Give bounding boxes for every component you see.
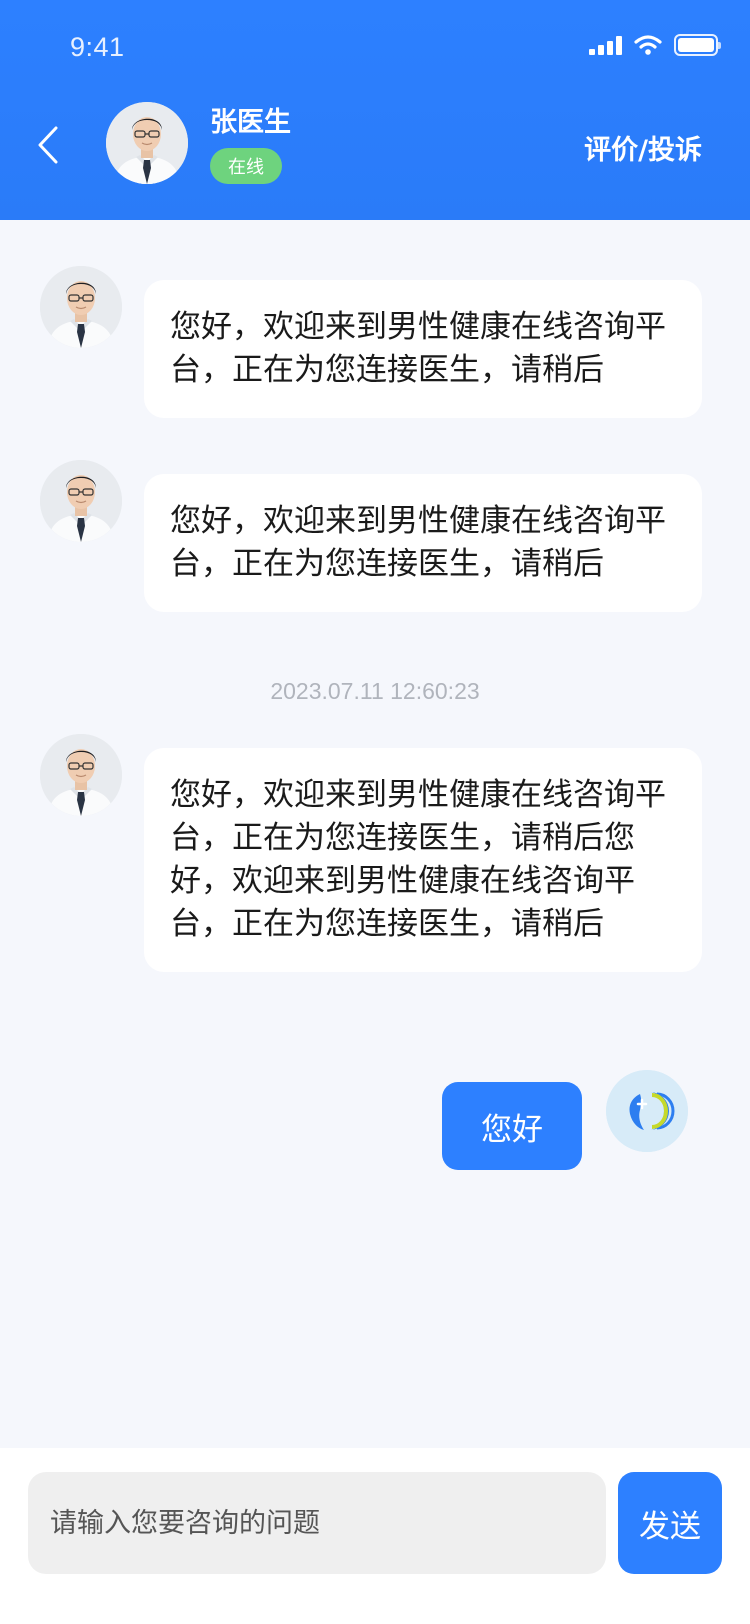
health-logo-icon (606, 1070, 688, 1152)
cellular-signal-icon (589, 35, 622, 55)
chat-header: 9:41 张医生 在线 评价/投诉 (0, 0, 750, 220)
wifi-icon (634, 35, 662, 55)
input-bar: 发送 (0, 1448, 750, 1624)
doctor-message-bubble: 您好，欢迎来到男性健康在线咨询平台，正在为您连接医生，请稍后 (144, 280, 702, 418)
doctor-message-avatar (40, 266, 122, 348)
user-message-bubble: 您好 (442, 1082, 582, 1170)
question-input[interactable] (28, 1472, 606, 1574)
message-timestamp: 2023.07.11 12:60:23 (270, 678, 480, 704)
user-avatar (606, 1070, 688, 1152)
review-complaint-link[interactable]: 评价/投诉 (584, 128, 702, 167)
chevron-left-icon (38, 126, 58, 164)
doctor-message-bubble: 您好，欢迎来到男性健康在线咨询平台，正在为您连接医生，请稍后 (144, 474, 702, 612)
doctor-message-avatar (40, 460, 122, 542)
doctor-message-avatar (40, 734, 122, 816)
status-time: 9:41 (70, 32, 125, 62)
online-status-badge: 在线 (210, 148, 282, 184)
doctor-avatar[interactable] (106, 102, 188, 184)
back-button[interactable] (30, 120, 70, 170)
status-icons (589, 34, 721, 56)
send-button[interactable]: 发送 (618, 1472, 722, 1574)
battery-icon (674, 34, 721, 56)
doctor-message-bubble: 您好，欢迎来到男性健康在线咨询平台，正在为您连接医生，请稍后您好，欢迎来到男性健… (144, 748, 702, 972)
doctor-name: 张医生 (210, 107, 291, 138)
